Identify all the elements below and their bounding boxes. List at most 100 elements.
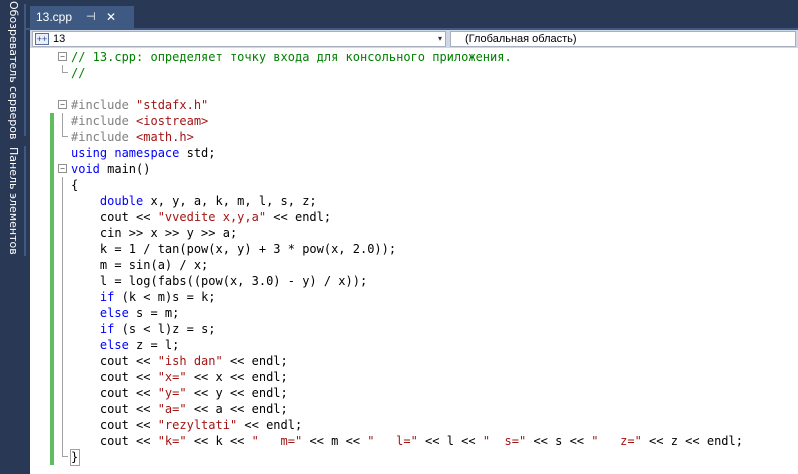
code-area[interactable]: −// 13.cpp: определяет точку входа для к… — [30, 49, 798, 465]
code-token: << m << — [302, 434, 368, 448]
code-line[interactable]: cout << "a=" << a << endl; — [30, 401, 798, 417]
code-token: << x << endl; — [186, 370, 288, 384]
code-line-text: // 13.cpp: определяет точку входа для ко… — [71, 49, 512, 65]
code-line[interactable]: if (k < m)s = k; — [30, 289, 798, 305]
code-token: " m=" — [251, 434, 303, 448]
outline-guide — [62, 273, 63, 289]
code-line-text: cout << "a=" << a << endl; — [71, 401, 288, 417]
code-token: using namespace — [71, 146, 187, 160]
collapse-icon[interactable]: − — [58, 164, 67, 173]
code-token: cout << — [71, 418, 158, 432]
code-token: (k < m)s = k; — [121, 290, 216, 304]
close-icon[interactable]: ✕ — [106, 6, 116, 28]
code-token: if — [99, 290, 122, 304]
code-token: if — [99, 322, 122, 336]
code-token: cout << — [71, 386, 158, 400]
code-line[interactable]: cout << "k=" << k << " m=" << m << " l="… — [30, 433, 798, 449]
code-line[interactable]: #include <iostream> — [30, 113, 798, 129]
code-line[interactable]: cout << "rezyltati" << endl; — [30, 417, 798, 433]
document-tab-13cpp[interactable]: 13.cpp ⊣ ✕ — [30, 6, 134, 28]
server-explorer-tab[interactable]: Обозреватель серверов — [0, 1, 26, 139]
code-token: << k << — [186, 434, 252, 448]
code-line[interactable]: l = log(fabs((pow(x, 3.0) - y) / x)); — [30, 273, 798, 289]
document-tab-title: 13.cpp — [36, 10, 73, 24]
code-token: { — [71, 178, 79, 192]
code-line-text: cin >> x >> y >> a; — [71, 225, 237, 241]
code-token: cout << — [71, 210, 158, 224]
code-line[interactable]: k = 1 / tan(pow(x, y) + 3 * pow(x, 2.0))… — [30, 241, 798, 257]
code-line[interactable]: cout << "vvedite x,y,a" << endl; — [30, 209, 798, 225]
code-token: " l=" — [367, 434, 418, 448]
code-line-text: if (k < m)s = k; — [71, 289, 216, 305]
code-line-text: using namespace std; — [71, 145, 216, 161]
code-line[interactable]: else z = l; — [30, 337, 798, 353]
code-line-text: cout << "x=" << x << endl; — [71, 369, 288, 385]
code-token: <math.h> — [136, 130, 194, 144]
code-line-text: m = sin(a) / x; — [71, 257, 208, 273]
code-line-text: else s = m; — [71, 305, 179, 321]
code-line[interactable]: − #include "stdafx.h" — [30, 97, 798, 113]
code-line[interactable]: else s = m; — [30, 305, 798, 321]
outline-guide — [62, 353, 63, 369]
scope-member-dropdown[interactable]: (Глобальная область) — [450, 31, 796, 47]
code-line-text: cout << "rezyltati" << endl; — [71, 417, 302, 433]
code-token: "a=" — [157, 402, 187, 416]
outline-guide — [62, 177, 63, 193]
code-token: s = m; — [136, 306, 180, 320]
collapse-icon[interactable]: − — [58, 100, 67, 109]
code-token: l = log(fabs((pow(x, 3.0) - y) / x)); — [71, 274, 368, 288]
code-editor[interactable]: −// 13.cpp: определяет точку входа для к… — [30, 48, 798, 474]
code-token: // 13.cpp: определяет точку входа для ко… — [71, 50, 512, 64]
code-token: cout << — [71, 370, 158, 384]
code-line[interactable]: if (s < l)z = s; — [30, 321, 798, 337]
code-line[interactable]: // — [30, 65, 798, 81]
code-line[interactable]: #include <math.h> — [30, 129, 798, 145]
chevron-down-icon[interactable]: ▾ — [438, 32, 442, 46]
code-line-text: l = log(fabs((pow(x, 3.0) - y) / x)); — [71, 273, 367, 289]
toolbox-tab[interactable]: Панель элементов — [0, 146, 26, 256]
outline-guide — [62, 193, 63, 209]
code-line[interactable]: cout << "x=" << x << endl; — [30, 369, 798, 385]
outline-guide — [62, 289, 63, 305]
code-line[interactable]: } — [30, 449, 798, 465]
code-line[interactable]: using namespace std; — [30, 145, 798, 161]
code-token: cin >> x >> y >> a; — [71, 226, 238, 240]
outline-guide — [62, 369, 63, 385]
code-line[interactable]: − void main() — [30, 161, 798, 177]
navigation-bar: ++ 13 ▾ (Глобальная область) — [30, 30, 798, 48]
code-line-text: cout << "vvedite x,y,a" << endl; — [71, 209, 331, 225]
code-line-text: #include "stdafx.h" — [71, 97, 208, 113]
outline-guide — [62, 321, 63, 337]
code-token: cout << — [71, 434, 158, 448]
code-line[interactable]: cout << "y=" << y << endl; — [30, 385, 798, 401]
outline-guide — [62, 433, 63, 449]
pin-icon[interactable]: ⊣ — [86, 6, 96, 28]
code-line[interactable]: −// 13.cpp: определяет точку входа для к… — [30, 49, 798, 65]
code-line[interactable]: m = sin(a) / x; — [30, 257, 798, 273]
brace-match-highlight — [70, 449, 80, 466]
outline-guide — [62, 337, 63, 353]
code-token: "k=" — [157, 434, 187, 448]
code-line[interactable]: cin >> x >> y >> a; — [30, 225, 798, 241]
code-line-text: if (s < l)z = s; — [71, 321, 216, 337]
project-scope-value: 13 — [53, 33, 66, 45]
outline-guide — [62, 417, 63, 433]
code-line[interactable] — [30, 81, 798, 97]
code-token: <iostream> — [136, 114, 209, 128]
document-tab-row: 13.cpp ⊣ ✕ — [26, 0, 798, 28]
project-scope-dropdown[interactable]: ++ 13 ▾ — [32, 31, 446, 47]
code-line[interactable]: { — [30, 177, 798, 193]
code-token: z = l; — [136, 338, 180, 352]
code-token: main() — [107, 162, 151, 176]
code-token: "y=" — [157, 386, 187, 400]
tool-window-strip: Обозреватель серверов Панель элементов — [0, 0, 26, 474]
code-line-text: cout << "ish dan" << endl; — [71, 353, 288, 369]
code-token: #include — [71, 130, 137, 144]
code-line[interactable]: double x, y, a, k, m, l, s, z; — [30, 193, 798, 209]
code-token: << endl; — [237, 418, 303, 432]
code-line[interactable]: cout << "ish dan" << endl; — [30, 353, 798, 369]
collapse-icon[interactable]: − — [58, 52, 67, 61]
code-token: m = sin(a) / x; — [71, 258, 209, 272]
outline-guide — [62, 305, 63, 321]
toolbox-tab-indicator — [24, 146, 26, 256]
